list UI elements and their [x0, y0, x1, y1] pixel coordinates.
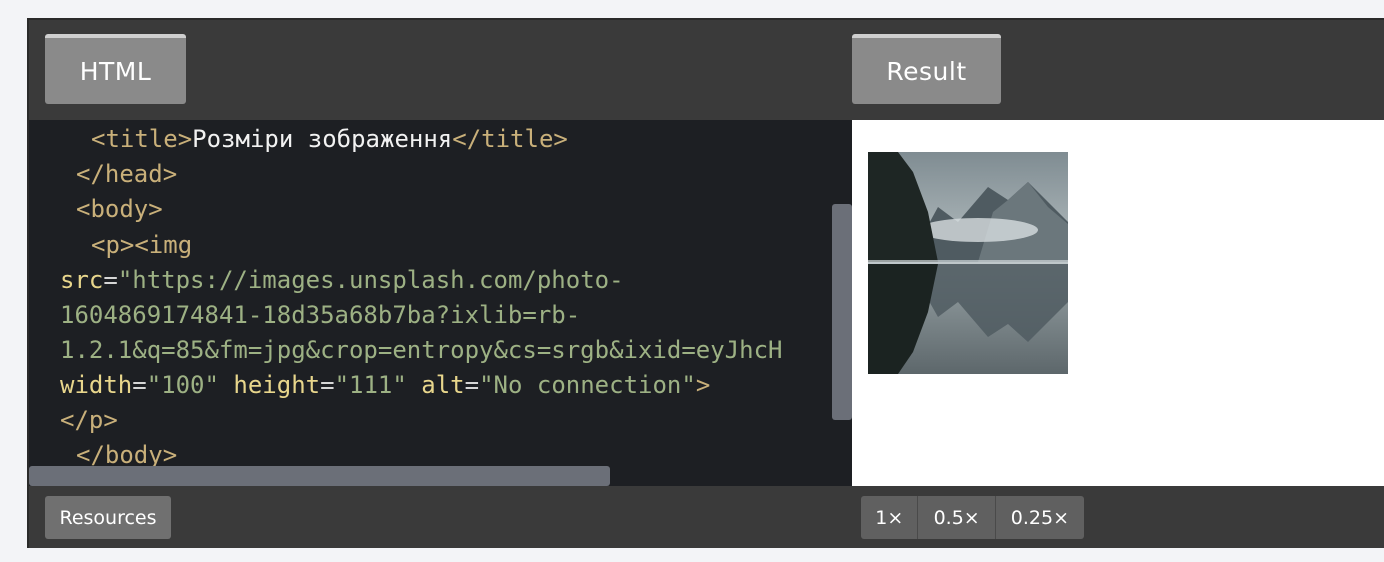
code-width-value: "100"	[146, 371, 219, 399]
code-alt-attr: alt	[421, 371, 465, 399]
resources-button[interactable]: Resources	[45, 496, 171, 539]
zoom-0.25x-button[interactable]: 0.25×	[996, 496, 1084, 539]
code-line-2: </head>	[76, 160, 178, 188]
code-line-1: <title>Розміри зображення</title>	[91, 122, 568, 157]
mountain-lake-photo-image	[868, 152, 1068, 374]
code-src-eq: =	[103, 266, 118, 294]
code-line-6: 1604869174841-18d35a68b7ba?ixlib=rb-	[60, 301, 581, 329]
code-line-7: 1.2.1&q=85&fm=jpg&crop=entropy&cs=srgb&i…	[60, 336, 783, 364]
zoom-1x-button[interactable]: 1×	[861, 496, 919, 539]
vertical-scrollbar[interactable]	[832, 204, 852, 420]
code-line-4: <p><img	[91, 231, 193, 259]
code-height-value: "111"	[334, 371, 407, 399]
code-title-close-tag: </title>	[452, 125, 568, 153]
code-playground: HTML Result <title>Розміри зображення</t…	[27, 18, 1384, 548]
code-img-close: >	[695, 371, 711, 399]
code-src-value: "https://images.unsplash.com/photo-	[117, 266, 624, 294]
code-alt-value: "No connection"	[479, 371, 696, 399]
zoom-0.5x-button[interactable]: 0.5×	[918, 496, 996, 539]
zoom-control: 1× 0.5× 0.25×	[861, 496, 1084, 539]
tab-html[interactable]: HTML	[45, 34, 186, 104]
code-title-open-tag: <title>	[91, 125, 193, 153]
code-title-text: Розміри зображення	[192, 125, 453, 153]
code-editor[interactable]: <title>Розміри зображення</title> </head…	[29, 120, 852, 486]
horizontal-scrollbar[interactable]	[29, 466, 610, 486]
code-line-3: <body>	[76, 195, 163, 223]
result-preview	[852, 120, 1384, 486]
code-width-attr: width	[60, 371, 133, 399]
code-line-5: src="https://images.unsplash.com/photo-	[60, 263, 624, 298]
code-line-8: width="100" height="111" alt="No connect…	[60, 371, 711, 399]
code-line-9: </p>	[60, 406, 118, 434]
tab-result[interactable]: Result	[852, 34, 1001, 104]
code-src-attr: src	[60, 266, 104, 294]
code-height-attr: height	[233, 371, 321, 399]
